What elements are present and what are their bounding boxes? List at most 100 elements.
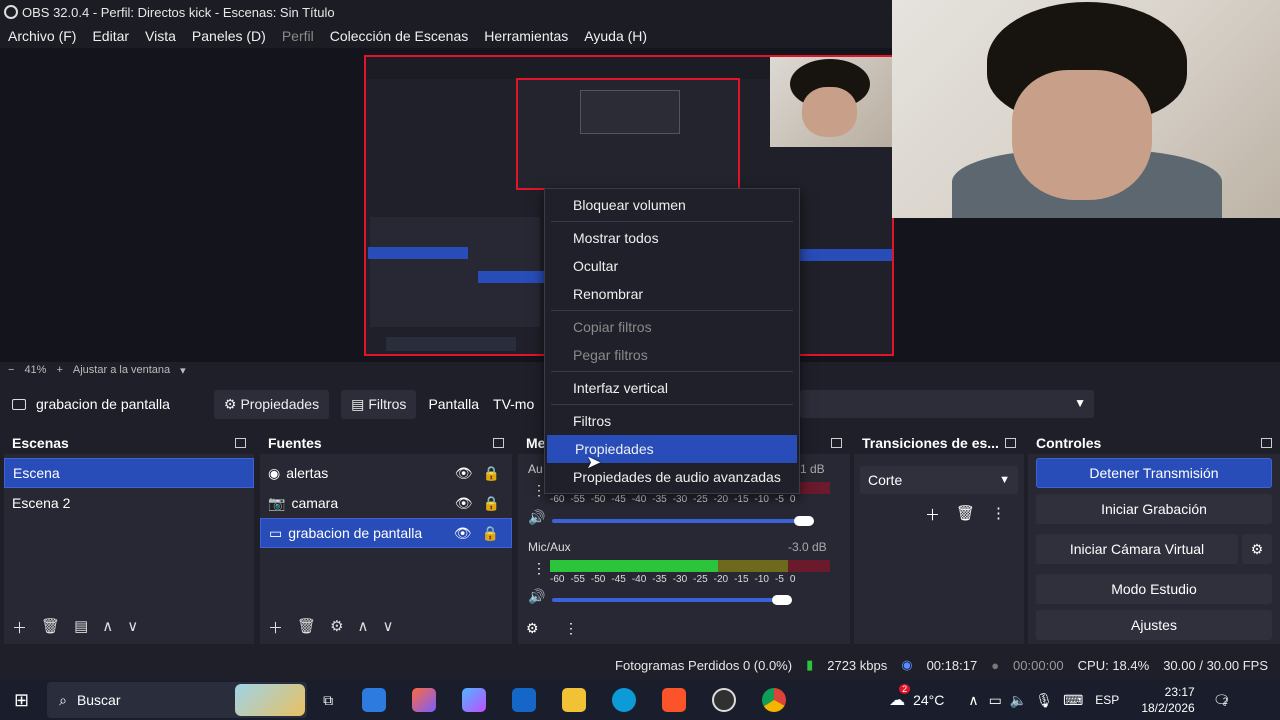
menu-item-lock-volume[interactable]: Bloquear volumen	[545, 191, 799, 219]
menu-archivo[interactable]: Archivo (F)	[0, 28, 84, 44]
transitions-dock: Transiciones de es... Corte ▼ ＋ 🗑 ⋮	[854, 432, 1024, 644]
outlook-icon[interactable]	[512, 688, 537, 712]
undock-icon[interactable]	[235, 438, 246, 448]
menu-item-filters[interactable]: Filtros	[545, 407, 799, 435]
speaker-icon[interactable]: 🔊	[528, 509, 545, 526]
add-icon[interactable]: ＋	[268, 617, 283, 638]
transition-select[interactable]: Corte ▼	[860, 466, 1018, 494]
scene-item[interactable]: Escena	[4, 458, 254, 488]
undock-icon[interactable]	[493, 438, 504, 448]
scenes-header: Escenas	[4, 432, 254, 454]
fit-window-dropdown[interactable]: Ajustar a la ventana	[73, 364, 170, 376]
menu-item-hide[interactable]: Ocultar	[545, 252, 799, 280]
scene-item[interactable]: Escena 2	[4, 488, 254, 518]
settings-button[interactable]: Ajustes	[1036, 610, 1272, 640]
stop-streaming-button[interactable]: Detener Transmisión	[1036, 458, 1272, 488]
studio-mode-button[interactable]: Modo Estudio	[1036, 574, 1272, 604]
status-bar: Fotogramas Perdidos 0 (0.0%) ▮ 2723 kbps…	[0, 652, 1280, 678]
weather-temp[interactable]: 24°C	[913, 692, 944, 708]
more-icon[interactable]: ⋮	[991, 504, 1006, 525]
arrow-up-icon[interactable]: ∧	[358, 617, 369, 638]
chrome-icon[interactable]	[762, 688, 787, 712]
undock-icon[interactable]	[1005, 438, 1016, 448]
gear-icon[interactable]: ⚙	[330, 617, 343, 638]
virtual-camera-settings-button[interactable]: ⚙	[1242, 534, 1272, 564]
copilot-icon[interactable]	[412, 688, 437, 712]
menu-separator	[551, 371, 793, 372]
lock-icon[interactable]: 🔒	[483, 495, 500, 512]
window-title: OBS 32.0.4 - Perfil: Directos kick - Esc…	[22, 4, 335, 20]
menu-perfil[interactable]: Perfil	[274, 28, 322, 44]
menu-vista[interactable]: Vista	[137, 28, 184, 44]
brave-icon[interactable]	[662, 688, 687, 712]
start-recording-button[interactable]: Iniciar Grabación	[1036, 494, 1272, 524]
menu-item-properties[interactable]: Propiedades	[547, 435, 797, 463]
keyboard-icon[interactable]: ⌨	[1063, 692, 1083, 709]
weather-icon[interactable]: ☁ 2	[889, 684, 911, 710]
clock[interactable]: 23:17 18/2/2026	[1141, 684, 1194, 716]
menu-separator	[551, 221, 793, 222]
menu-item-paste-filters[interactable]: Pegar filtros	[545, 341, 799, 369]
chevron-down-icon[interactable]: ▾	[180, 364, 186, 377]
mixer-channel-2-volume-knob[interactable]	[772, 595, 792, 605]
filter-icon[interactable]: ▤	[74, 617, 88, 638]
language-indicator[interactable]: ESP	[1095, 693, 1119, 707]
controls-header: Controles	[1028, 432, 1280, 454]
trash-icon[interactable]: 🗑	[297, 617, 316, 638]
edge-icon[interactable]	[612, 688, 637, 712]
add-icon[interactable]: ＋	[925, 504, 940, 525]
windows-start-icon[interactable]: ⊞	[14, 690, 29, 711]
volume-icon[interactable]: 🔈	[1010, 692, 1027, 709]
arrow-down-icon[interactable]: ∨	[383, 617, 394, 638]
menu-ayuda[interactable]: Ayuda (H)	[576, 28, 655, 44]
menu-item-vertical-layout[interactable]: Interfaz vertical	[545, 374, 799, 402]
arrow-up-icon[interactable]: ∧	[102, 617, 113, 638]
source-item[interactable]: 📷 camara 👁 🔒	[260, 488, 512, 518]
zoom-out-button[interactable]: −	[8, 364, 14, 376]
mixer-channel-1-volume-slider[interactable]	[552, 519, 812, 523]
menu-coleccion-escenas[interactable]: Colección de Escenas	[322, 28, 477, 44]
notification-icon[interactable]: 🗨 2	[1213, 692, 1231, 709]
lock-icon[interactable]: 🔒	[482, 525, 499, 542]
mixer-menu-icon[interactable]: ⋮	[564, 620, 578, 637]
menu-herramientas[interactable]: Herramientas	[476, 28, 576, 44]
filters-button[interactable]: ▤ Filtros	[341, 389, 417, 419]
file-explorer-icon[interactable]	[562, 688, 587, 712]
start-virtual-camera-button[interactable]: Iniciar Cámara Virtual	[1036, 534, 1238, 564]
display-select-value[interactable]: TV-mo	[493, 396, 534, 412]
menu-item-show-all[interactable]: Mostrar todos	[545, 224, 799, 252]
mixer-channel-2-volume-slider[interactable]	[552, 598, 792, 602]
add-icon[interactable]: ＋	[12, 617, 27, 638]
source-item[interactable]: ◉ alertas 👁 🔒	[260, 458, 512, 488]
speaker-icon[interactable]: 🔊	[528, 588, 545, 605]
eye-icon[interactable]: 👁	[454, 525, 472, 542]
menu-item-rename[interactable]: Renombrar	[545, 280, 799, 308]
zoom-in-button[interactable]: +	[56, 364, 62, 376]
channel-menu-icon[interactable]: ⋮	[532, 560, 546, 577]
obs-icon[interactable]	[712, 688, 737, 712]
network-icon[interactable]: ▭	[989, 692, 1002, 709]
menu-item-advanced-audio-properties[interactable]: Propiedades de audio avanzadas	[545, 463, 799, 491]
source-item[interactable]: ▭ grabacion de pantalla 👁 🔒	[260, 518, 512, 548]
eye-icon[interactable]: 👁	[455, 495, 473, 512]
taskbar-search[interactable]: ⌕ Buscar	[47, 682, 308, 718]
lock-icon[interactable]: 🔒	[483, 465, 500, 482]
undock-icon[interactable]	[831, 438, 842, 448]
mixer-settings-icon[interactable]: ⚙	[526, 620, 539, 637]
menu-editar[interactable]: Editar	[84, 28, 137, 44]
trash-icon[interactable]: 🗑	[956, 504, 975, 525]
arrow-down-icon[interactable]: ∨	[127, 617, 138, 638]
menu-paneles[interactable]: Paneles (D)	[184, 28, 274, 44]
undock-icon[interactable]	[1261, 438, 1272, 448]
task-view-icon[interactable]: ⧉	[323, 692, 333, 709]
mixer-channel-1-volume-knob[interactable]	[794, 516, 814, 526]
display-select[interactable]: ▼	[800, 390, 1094, 418]
tray-chevron-icon[interactable]: ∧	[968, 692, 978, 709]
properties-button[interactable]: ⚙ Propiedades	[213, 389, 330, 419]
menu-item-copy-filters[interactable]: Copiar filtros	[545, 313, 799, 341]
eye-icon[interactable]: 👁	[455, 465, 473, 482]
store-icon[interactable]	[362, 688, 387, 712]
trash-icon[interactable]: 🗑	[41, 617, 60, 638]
microphone-icon[interactable]: 🎙	[1035, 692, 1053, 709]
m365-icon[interactable]	[462, 688, 487, 712]
